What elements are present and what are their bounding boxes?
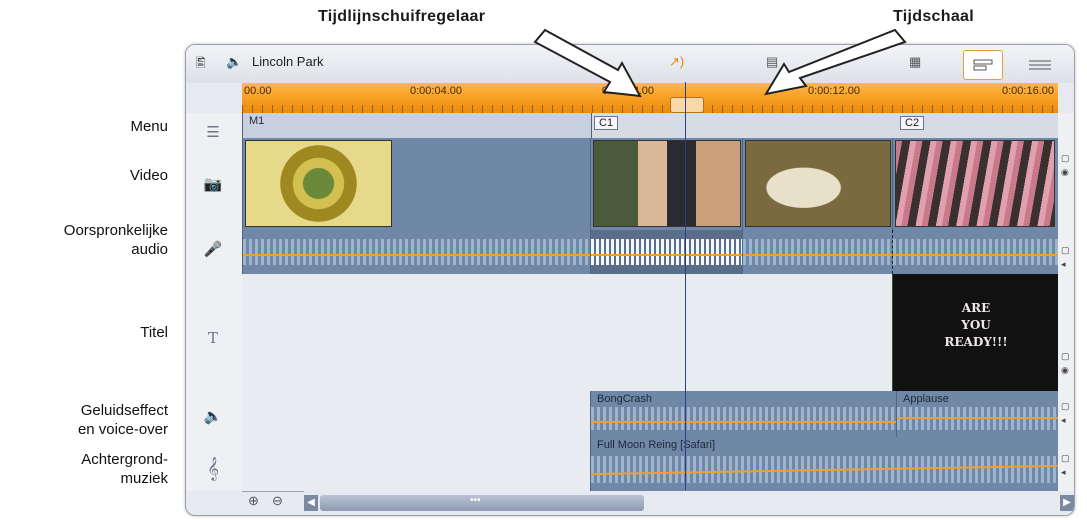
original-audio-track xyxy=(242,230,1060,275)
lock-icon[interactable]: ▢ xyxy=(1061,245,1070,256)
title-line: YOU xyxy=(961,318,991,332)
menu-icon[interactable]: ☰ xyxy=(200,123,226,145)
arrow-to-slider xyxy=(533,28,642,98)
label-sfx-2: en voice-over xyxy=(77,421,168,438)
label-original-audio-1: Oorspronkelijke xyxy=(63,222,168,239)
speaker-icon[interactable]: 🔈 xyxy=(200,407,226,429)
waveform xyxy=(243,238,591,266)
sfx-clip-applause[interactable]: Applause xyxy=(896,391,1060,437)
track-icon-column: ☰ 📷 🎤 T 🔈 𝄞 xyxy=(186,113,243,491)
treble-clef-icon[interactable]: 𝄞 xyxy=(200,458,226,480)
video-clip-flamingo[interactable] xyxy=(892,138,1060,230)
microphone-icon[interactable]: 🎤 xyxy=(200,240,226,262)
label-music-2: muziek xyxy=(120,470,168,487)
audio-clip-1[interactable] xyxy=(242,230,592,274)
visibility-icon[interactable]: ◉ xyxy=(1061,167,1069,178)
video-clip-baby[interactable] xyxy=(590,138,744,230)
waveform xyxy=(893,238,1059,266)
lock-icon[interactable]: ▢ xyxy=(1061,401,1070,412)
speaker-icon[interactable]: ◂ xyxy=(1061,415,1066,426)
sfx-clip-label: BongCrash xyxy=(597,393,653,405)
volume-line[interactable] xyxy=(591,254,743,256)
label-menu: Menu xyxy=(130,118,168,135)
label-music-1: Achtergrond- xyxy=(81,451,168,468)
title-text: ARE YOU READY!!! xyxy=(893,300,1059,351)
speaker-icon[interactable]: ◂ xyxy=(1061,259,1066,270)
scrollbar-thumb[interactable]: ••• xyxy=(320,495,644,511)
music-track: Full Moon Reing [Safari] xyxy=(242,437,1060,492)
lock-icon[interactable]: ▢ xyxy=(1061,453,1070,464)
zoom-in-icon[interactable]: ⊕ xyxy=(248,493,259,509)
sfx-clip-label: Applause xyxy=(903,393,949,405)
sound-effect-track: BongCrash Applause xyxy=(242,391,1060,438)
volume-line[interactable] xyxy=(893,254,1059,256)
label-original-audio-2: audio xyxy=(131,241,168,258)
speaker-icon[interactable]: ◂ xyxy=(1061,467,1066,478)
title-track: ARE YOU READY!!! xyxy=(242,274,1060,392)
lock-icon[interactable]: ▢ xyxy=(1061,153,1070,164)
music-clip-label: Full Moon Reing [Safari] xyxy=(597,439,715,451)
lock-icon[interactable]: ▢ xyxy=(1061,351,1070,362)
sfx-clip-bongcrash[interactable]: BongCrash xyxy=(590,391,898,437)
timeline-scrollbar[interactable]: ◀ ••• ▶ xyxy=(304,491,1074,515)
title-icon[interactable]: T xyxy=(200,329,226,351)
waveform xyxy=(591,238,743,266)
baby-thumbnail xyxy=(593,140,741,227)
callout-arrows xyxy=(533,28,907,98)
flamingo-thumbnail xyxy=(895,140,1055,227)
label-title: Titel xyxy=(140,324,168,341)
title-line: ARE xyxy=(961,301,991,315)
waveform xyxy=(591,407,897,431)
arrow-to-timescale xyxy=(763,28,907,96)
visibility-icon[interactable]: ◉ xyxy=(1061,365,1069,376)
menu-thumbnail xyxy=(245,140,392,227)
volume-line[interactable] xyxy=(897,417,1059,419)
audio-clip-3[interactable] xyxy=(742,230,894,274)
video-clip-bear[interactable] xyxy=(742,138,894,230)
volume-line[interactable] xyxy=(591,421,897,423)
label-sfx-1: Geluidseffect xyxy=(80,402,168,419)
video-camera-icon[interactable]: 📷 xyxy=(200,175,226,197)
audio-clip-4[interactable] xyxy=(892,230,1060,274)
zoom-out-icon[interactable]: ⊖ xyxy=(272,493,283,509)
video-clip-menu[interactable] xyxy=(242,138,592,230)
track-lock-column: ▢ ◉ ▢ ◂ ▢ ◉ ▢ ◂ ▢ ◂ xyxy=(1058,113,1074,491)
bear-thumbnail xyxy=(745,140,891,227)
scrollbar-grip: ••• xyxy=(470,495,481,506)
scroll-right-button[interactable]: ▶ xyxy=(1060,495,1074,511)
music-clip[interactable]: Full Moon Reing [Safari] xyxy=(590,437,1060,491)
scroll-left-button[interactable]: ◀ xyxy=(304,495,318,511)
title-clip[interactable]: ARE YOU READY!!! xyxy=(892,274,1060,391)
volume-line[interactable] xyxy=(743,254,893,256)
audio-clip-2[interactable] xyxy=(590,230,744,274)
title-line: READY!!! xyxy=(944,335,1008,349)
label-video: Video xyxy=(129,167,168,184)
volume-line[interactable] xyxy=(243,254,591,256)
waveform xyxy=(743,238,893,266)
video-track xyxy=(242,138,1060,231)
playhead-line[interactable] xyxy=(685,82,686,490)
